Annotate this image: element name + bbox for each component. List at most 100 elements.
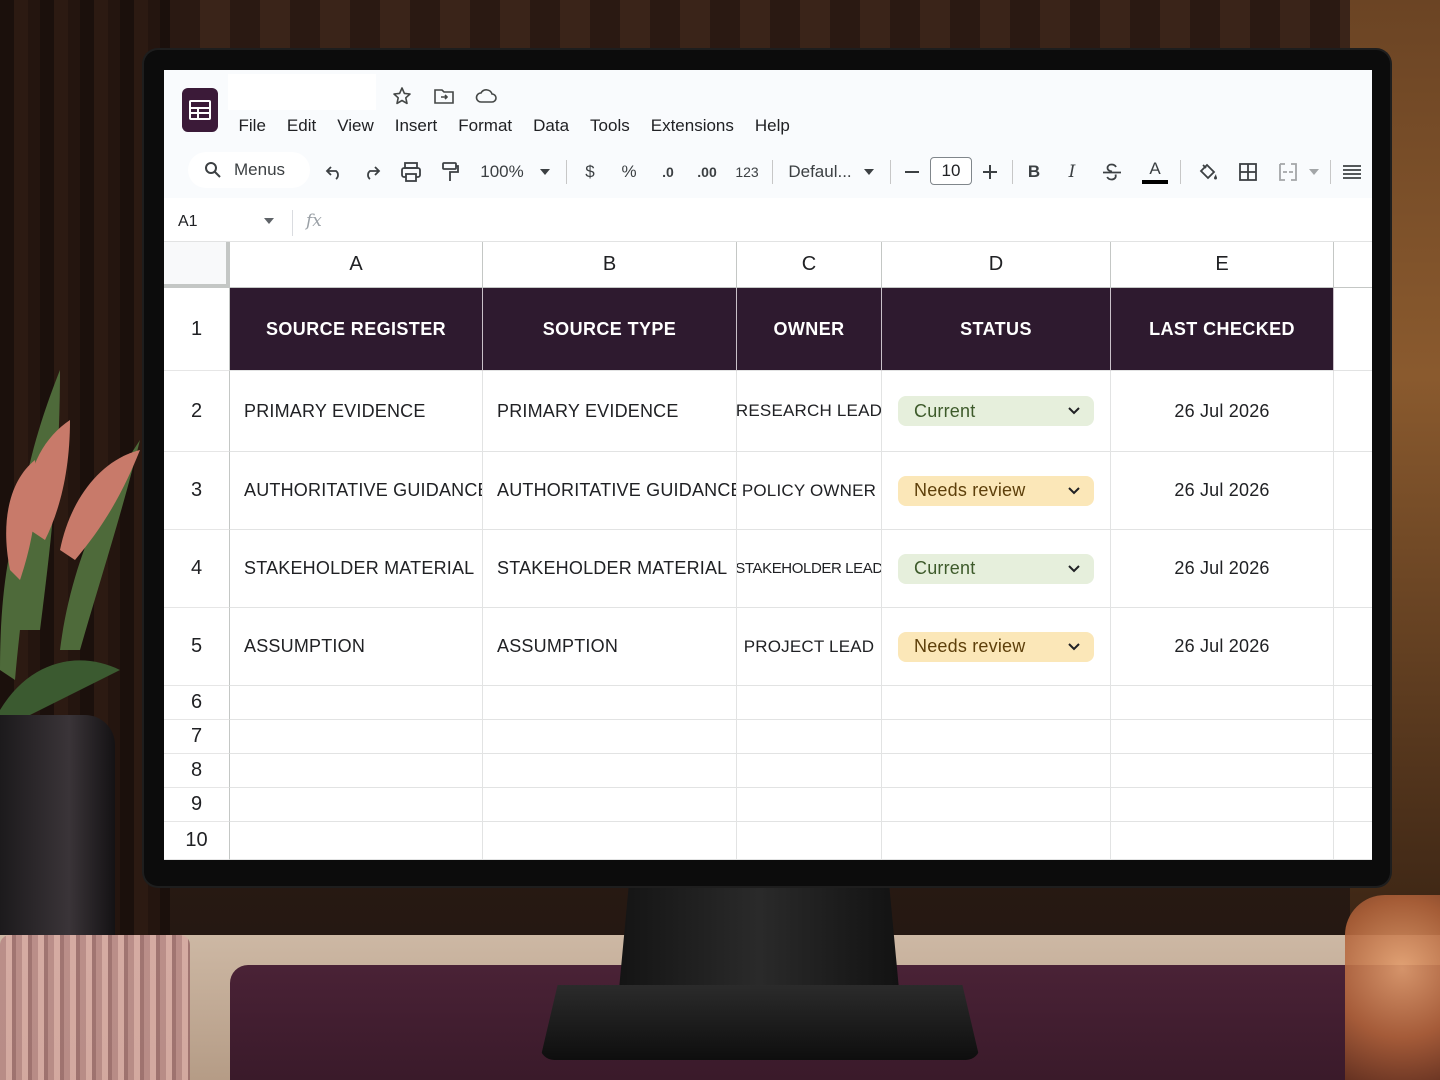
table-cell[interactable] xyxy=(483,754,737,788)
table-cell[interactable]: PROJECT LEAD xyxy=(737,608,882,686)
table-cell[interactable] xyxy=(230,720,483,754)
table-cell[interactable] xyxy=(882,788,1111,822)
text-color-button[interactable]: A xyxy=(1142,146,1168,198)
table-cell[interactable] xyxy=(882,822,1111,860)
table-cell[interactable] xyxy=(882,754,1111,788)
table-cell[interactable]: Needs review xyxy=(882,608,1111,686)
merge-cells-icon[interactable] xyxy=(1276,146,1300,198)
currency-format-button[interactable]: $ xyxy=(580,146,600,198)
menu-insert[interactable]: Insert xyxy=(384,114,448,138)
table-cell[interactable] xyxy=(1334,822,1372,860)
strikethrough-icon[interactable] xyxy=(1100,146,1124,198)
table-cell[interactable]: AUTHORITATIVE GUIDANCE xyxy=(483,452,737,530)
row-header-7[interactable]: 7 xyxy=(164,720,230,754)
fill-color-icon[interactable] xyxy=(1196,146,1220,198)
table-cell[interactable] xyxy=(1334,371,1372,452)
row-header-10[interactable]: 10 xyxy=(164,822,230,860)
percent-format-button[interactable]: % xyxy=(618,146,640,198)
table-cell[interactable] xyxy=(230,822,483,860)
table-cell[interactable]: AUTHORITATIVE GUIDANCE xyxy=(230,452,483,530)
table-cell[interactable]: 26 Jul 2026 xyxy=(1111,452,1334,530)
header-cell-last-checked[interactable]: LAST CHECKED xyxy=(1111,288,1334,371)
borders-icon[interactable] xyxy=(1236,146,1260,198)
table-cell[interactable] xyxy=(737,788,882,822)
status-dropdown-chip[interactable]: Current xyxy=(898,396,1094,426)
row-header-2[interactable]: 2 xyxy=(164,371,230,452)
table-cell[interactable] xyxy=(737,822,882,860)
table-cell[interactable] xyxy=(1111,788,1334,822)
header-cell-source-register[interactable]: SOURCE REGISTER xyxy=(230,288,483,371)
menu-data[interactable]: Data xyxy=(523,114,580,138)
header-cell-source-type[interactable]: SOURCE TYPE xyxy=(483,288,737,371)
increase-decimal-button[interactable]: .00 xyxy=(692,146,722,198)
increase-font-size-icon[interactable] xyxy=(980,146,1000,198)
header-cell-owner[interactable]: OWNER xyxy=(737,288,882,371)
menu-edit[interactable]: Edit xyxy=(276,114,326,138)
name-box[interactable]: A1 xyxy=(178,213,198,231)
table-cell[interactable]: ASSUMPTION xyxy=(230,608,483,686)
menu-extensions[interactable]: Extensions xyxy=(640,114,744,138)
font-size-field[interactable]: 10 xyxy=(930,157,972,185)
document-title-field[interactable] xyxy=(228,74,376,110)
table-cell[interactable] xyxy=(483,822,737,860)
italic-button[interactable]: I xyxy=(1060,146,1084,198)
table-cell[interactable] xyxy=(1334,788,1372,822)
menu-tools[interactable]: Tools xyxy=(580,114,641,138)
row-header-9[interactable]: 9 xyxy=(164,788,230,822)
select-all-corner[interactable] xyxy=(164,242,230,288)
menu-view[interactable]: View xyxy=(327,114,385,138)
table-cell[interactable] xyxy=(1334,608,1372,686)
redo-icon[interactable] xyxy=(360,146,384,198)
status-dropdown-chip[interactable]: Needs review xyxy=(898,475,1094,506)
table-cell[interactable] xyxy=(737,754,882,788)
row-header-8[interactable]: 8 xyxy=(164,754,230,788)
table-cell[interactable] xyxy=(1111,720,1334,754)
menu-help[interactable]: Help xyxy=(744,114,800,138)
table-cell[interactable]: RESEARCH LEAD xyxy=(737,371,882,452)
table-cell[interactable] xyxy=(483,686,737,720)
column-header-f[interactable] xyxy=(1334,242,1372,288)
header-cell-status[interactable]: STATUS xyxy=(882,288,1111,371)
table-cell[interactable]: POLICY OWNER xyxy=(737,452,882,530)
column-header-e[interactable]: E xyxy=(1111,242,1334,288)
print-icon[interactable] xyxy=(398,146,424,198)
number-format-button[interactable]: 123 xyxy=(732,146,762,198)
table-cell[interactable]: Current xyxy=(882,371,1111,452)
column-header-d[interactable]: D xyxy=(882,242,1111,288)
formula-input[interactable] xyxy=(344,212,1344,234)
bold-button[interactable]: B xyxy=(1022,146,1046,198)
table-cell[interactable]: 26 Jul 2026 xyxy=(1111,608,1334,686)
table-cell[interactable]: PRIMARY EVIDENCE xyxy=(230,371,483,452)
font-select[interactable]: Defaul... xyxy=(786,146,854,198)
table-cell[interactable] xyxy=(737,686,882,720)
table-cell[interactable] xyxy=(1334,720,1372,754)
table-cell[interactable] xyxy=(737,720,882,754)
table-cell[interactable] xyxy=(1334,686,1372,720)
table-cell[interactable] xyxy=(230,686,483,720)
name-box-dropdown-icon[interactable] xyxy=(264,218,274,224)
column-header-c[interactable]: C xyxy=(737,242,882,288)
table-cell[interactable]: STAKEHOLDER MATERIAL xyxy=(483,530,737,608)
table-cell[interactable]: 26 Jul 2026 xyxy=(1111,371,1334,452)
row-header-6[interactable]: 6 xyxy=(164,686,230,720)
table-cell[interactable] xyxy=(1334,452,1372,530)
table-cell[interactable]: STAKEHOLDER LEAD xyxy=(737,530,882,608)
table-cell[interactable] xyxy=(882,686,1111,720)
table-cell[interactable] xyxy=(882,720,1111,754)
menu-file[interactable]: File xyxy=(228,114,276,138)
sheets-logo-icon[interactable] xyxy=(182,88,218,132)
undo-icon[interactable] xyxy=(322,146,346,198)
table-cell[interactable]: STAKEHOLDER MATERIAL xyxy=(230,530,483,608)
search-menus-button[interactable]: Menus xyxy=(188,152,310,188)
horizontal-align-icon[interactable] xyxy=(1340,146,1364,198)
column-header-b[interactable]: B xyxy=(483,242,737,288)
star-icon[interactable] xyxy=(390,84,414,108)
merge-dropdown-icon[interactable] xyxy=(1306,146,1322,198)
font-dropdown-icon[interactable] xyxy=(860,146,878,198)
row-header-3[interactable]: 3 xyxy=(164,452,230,530)
table-cell[interactable]: PRIMARY EVIDENCE xyxy=(483,371,737,452)
table-cell[interactable]: Needs review xyxy=(882,452,1111,530)
decrease-decimal-button[interactable]: .0 xyxy=(654,146,682,198)
table-cell[interactable]: ASSUMPTION xyxy=(483,608,737,686)
column-header-a[interactable]: A xyxy=(230,242,483,288)
